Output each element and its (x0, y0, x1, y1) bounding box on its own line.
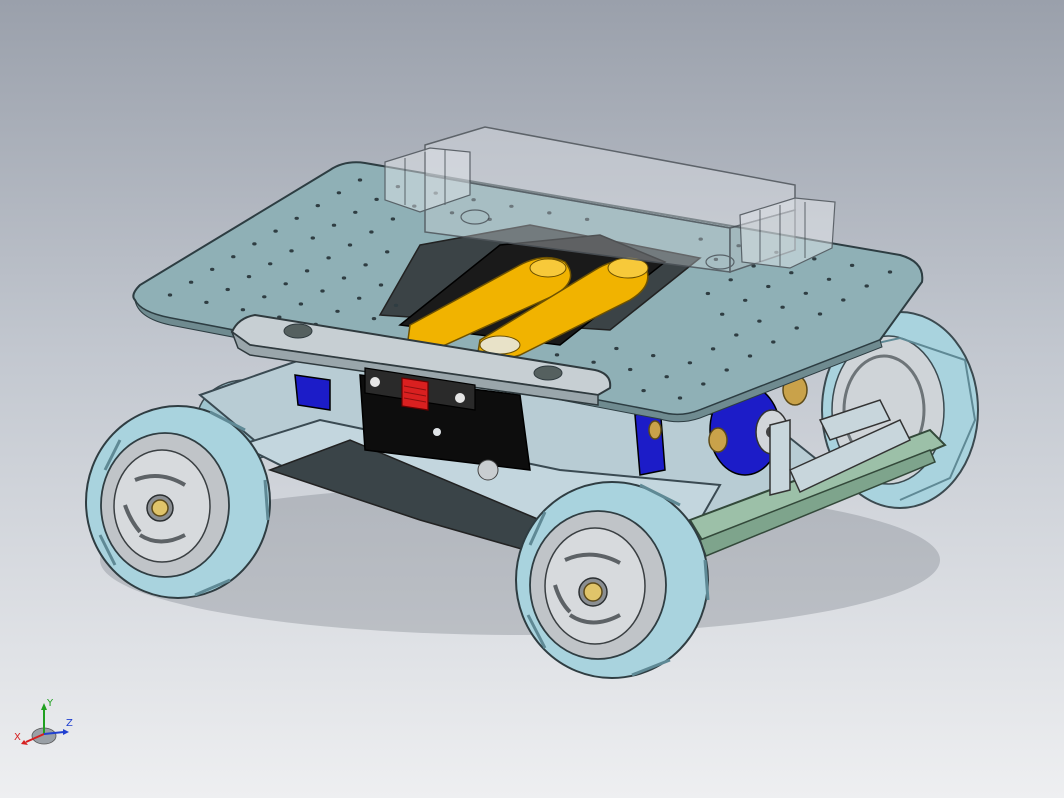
plate-hole (204, 300, 209, 304)
plate-hole (231, 255, 236, 259)
plate-hole (341, 276, 347, 280)
plate-hole (591, 360, 596, 364)
plate-hole (393, 303, 399, 307)
plate-hole (369, 230, 374, 234)
plate-hole (210, 267, 215, 271)
plate-hole (331, 223, 337, 227)
wheel-front-right[interactable] (515, 481, 710, 679)
plate-hole (710, 347, 716, 351)
cad-viewport[interactable]: Y X Z (0, 0, 1064, 798)
motor-left[interactable] (294, 374, 331, 411)
plate-hole (794, 326, 799, 330)
plate-hole (628, 367, 633, 372)
plate-hole (225, 287, 230, 292)
plate-hole (246, 275, 252, 279)
plate-hole (864, 284, 869, 288)
plate-hole (826, 277, 832, 281)
plate-hole (390, 217, 396, 221)
plate-hole (283, 282, 288, 286)
wheel-front-left[interactable] (85, 405, 271, 599)
plate-hole (705, 291, 711, 296)
plate-hole (240, 308, 246, 312)
plate-hole (289, 249, 294, 253)
plate-hole (353, 210, 358, 214)
plate-hole (687, 361, 693, 365)
plate-hole (298, 302, 304, 306)
coordinate-triad: Y X Z (14, 698, 73, 745)
plate-hole (315, 204, 320, 208)
plate-hole (614, 346, 619, 351)
plate-hole (326, 256, 331, 260)
plate-hole (374, 197, 379, 201)
plate-hole (371, 317, 377, 321)
plate-hole (335, 309, 340, 313)
plate-hole (720, 312, 725, 316)
plate-hole (728, 278, 733, 282)
robot-chassis-model[interactable] (0, 0, 1064, 798)
plate-hole (757, 319, 762, 323)
triad-y-label: Y (46, 698, 54, 709)
plate-hole (188, 280, 194, 284)
plate-hole (304, 269, 310, 273)
plate-hole (363, 263, 368, 267)
plate-hole (789, 271, 794, 275)
triad-z-label: Z (66, 718, 73, 729)
plate-hole (701, 382, 706, 386)
plate-hole (849, 263, 855, 267)
plate-hole (677, 396, 683, 400)
plate-hole (347, 243, 353, 247)
plate-hole (743, 298, 748, 302)
plate-hole (273, 229, 278, 233)
plate-hole (771, 340, 776, 344)
plate-hole (766, 284, 771, 289)
triad-x-label: X (14, 732, 21, 743)
plate-hole (747, 354, 753, 358)
plate-hole (294, 216, 299, 220)
plate-hole (554, 353, 560, 357)
plate-hole (641, 389, 646, 393)
plate-hole (734, 333, 739, 337)
plate-hole (262, 295, 267, 299)
plate-hole (320, 289, 325, 293)
plate-hole (780, 305, 785, 309)
plate-hole (357, 296, 362, 300)
plate-hole (167, 293, 173, 297)
plate-hole (357, 178, 363, 182)
plate-hole (336, 191, 342, 195)
plate-hole (378, 283, 384, 287)
plate-hole (310, 236, 315, 240)
plate-hole (252, 242, 257, 246)
plate-hole (664, 375, 669, 379)
plate-hole (724, 368, 729, 372)
plate-hole (651, 354, 656, 358)
plate-hole (803, 291, 808, 295)
plate-hole (887, 270, 893, 274)
plate-hole (817, 312, 823, 316)
plate-hole (841, 298, 846, 302)
plate-hole (268, 262, 273, 266)
plate-hole (385, 250, 390, 254)
